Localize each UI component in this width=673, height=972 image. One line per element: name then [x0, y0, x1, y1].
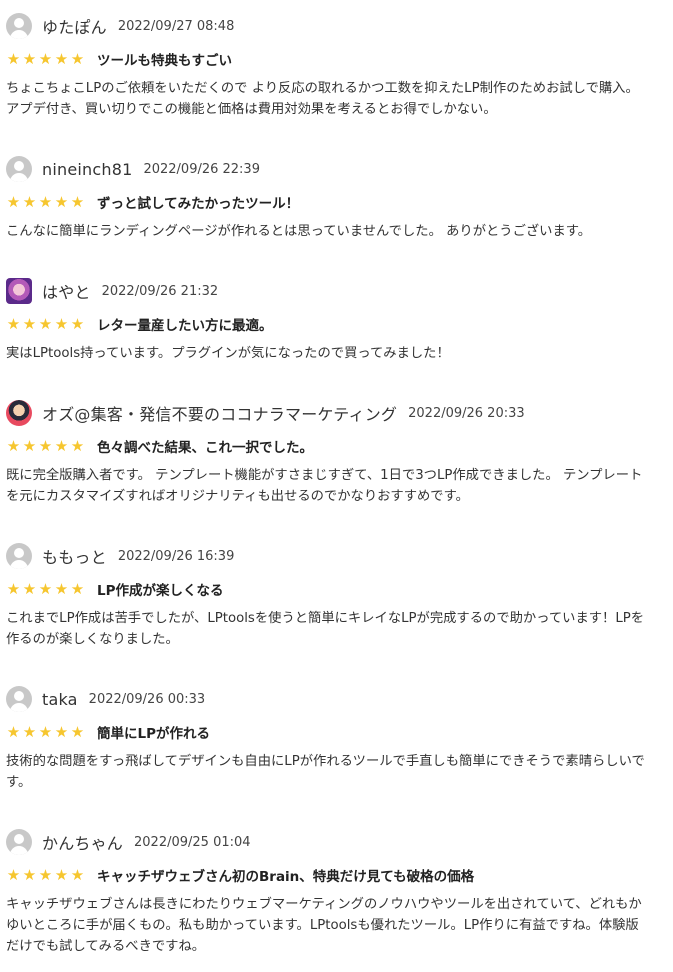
review-item: オズ@集客・発信不要のココナラマーケティング 2022/09/26 20:33 …: [6, 397, 646, 507]
star-icon: ★: [22, 436, 37, 455]
star-icon: ★: [54, 865, 69, 884]
avatar[interactable]: [6, 13, 32, 39]
star-rating: ★ ★ ★ ★ ★: [6, 722, 85, 741]
star-icon: ★: [54, 436, 69, 455]
review-date: 2022/09/26 16:39: [117, 548, 235, 564]
review-date: 2022/09/26 22:39: [143, 161, 260, 177]
review-date: 2022/09/25 01:04: [134, 834, 251, 850]
star-icon: ★: [70, 579, 85, 598]
star-icon: ★: [38, 865, 53, 884]
reviewer-name[interactable]: nineinch81: [42, 160, 132, 179]
avatar[interactable]: [6, 400, 32, 426]
review-body: これまでLP作成は苦手でしたが、LPtoolsを使うと簡単にキレイなLPが完成す…: [6, 611, 645, 647]
star-icon: ★: [6, 722, 21, 741]
star-icon: ★: [54, 579, 69, 598]
star-rating: ★ ★ ★ ★ ★: [6, 49, 85, 68]
star-icon: ★: [38, 314, 53, 333]
star-icon: ★: [70, 722, 85, 741]
review-title: 簡単にLPが作れる: [97, 726, 210, 742]
review-item: taka 2022/09/26 00:33 ★ ★ ★ ★ ★ 簡単にLPが作れる 技術…: [6, 683, 646, 793]
star-icon: ★: [6, 865, 21, 884]
review-rating-row: ★ ★ ★ ★ ★ ずっと試してみたかったツール！: [6, 190, 646, 214]
star-icon: ★: [22, 49, 37, 68]
review-item: かんちゃん 2022/09/25 01:04 ★ ★ ★ ★ ★ キャッチザウェブさん初…: [6, 826, 646, 957]
review-header: オズ@集客・発信不要のココナラマーケティング 2022/09/26 20:33: [6, 397, 646, 429]
review-header: ももっと 2022/09/26 16:39: [6, 540, 646, 572]
reviewer-name[interactable]: taka: [42, 690, 78, 709]
star-icon: ★: [22, 579, 37, 598]
star-icon: ★: [22, 314, 37, 333]
review-rating-row: ★ ★ ★ ★ ★ レター量産したい方に最適。: [6, 312, 646, 336]
star-icon: ★: [54, 49, 69, 68]
star-icon: ★: [6, 436, 21, 455]
review-title: レター量産したい方に最適。: [97, 318, 273, 334]
review-header: taka 2022/09/26 00:33: [6, 683, 646, 715]
review-rating-row: ★ ★ ★ ★ ★ 色々調べた結果、これ一択でした。: [6, 434, 646, 458]
avatar[interactable]: [6, 156, 32, 182]
review-title: LP作成が楽しくなる: [97, 583, 224, 599]
review-title: 色々調べた結果、これ一択でした。: [97, 440, 313, 456]
avatar[interactable]: [6, 829, 32, 855]
review-item: ももっと 2022/09/26 16:39 ★ ★ ★ ★ ★ LP作成が楽しくなる こ…: [6, 540, 646, 650]
star-icon: ★: [70, 865, 85, 884]
review-date: 2022/09/26 00:33: [88, 691, 206, 707]
review-rating-row: ★ ★ ★ ★ ★ キャッチザウェブさん初のBrain、特典だけ見ても破格の価格: [6, 863, 646, 887]
review-rating-row: ★ ★ ★ ★ ★ 簡単にLPが作れる: [6, 720, 646, 744]
star-icon: ★: [54, 722, 69, 741]
star-icon: ★: [54, 192, 69, 211]
star-icon: ★: [38, 49, 53, 68]
star-icon: ★: [70, 436, 85, 455]
review-title: ずっと試してみたかったツール！: [97, 196, 300, 212]
review-item: ゆたぽん 2022/09/27 08:48 ★ ★ ★ ★ ★ ツールも特典もすごい ち…: [6, 10, 646, 120]
star-icon: ★: [38, 579, 53, 598]
review-date: 2022/09/26 21:32: [101, 283, 219, 299]
review-rating-row: ★ ★ ★ ★ ★ ツールも特典もすごい: [6, 47, 646, 71]
review-header: nineinch81 2022/09/26 22:39: [6, 153, 646, 185]
review-header: はやと 2022/09/26 21:32: [6, 275, 646, 307]
review-item: nineinch81 2022/09/26 22:39 ★ ★ ★ ★ ★ ずっと試して…: [6, 153, 646, 242]
reviewer-name[interactable]: かんちゃん: [42, 830, 123, 854]
review-body: ちょこちょこLPのご依頼をいただくので より反応の取れるかつ工数を抑えたLP制作…: [6, 81, 639, 117]
reviewer-name[interactable]: ももっと: [42, 544, 107, 568]
avatar[interactable]: [6, 278, 32, 304]
review-date: 2022/09/26 20:33: [408, 405, 525, 421]
reviewer-name[interactable]: オズ@集客・発信不要のココナラマーケティング: [42, 401, 397, 425]
star-icon: ★: [38, 722, 53, 741]
review-header: かんちゃん 2022/09/25 01:04: [6, 826, 646, 858]
star-icon: ★: [22, 722, 37, 741]
review-title: キャッチザウェブさん初のBrain、特典だけ見ても破格の価格: [97, 869, 475, 885]
review-body: 実はLPtools持っています。プラグインが気になったので買ってみました！: [6, 346, 450, 361]
star-icon: ★: [22, 865, 37, 884]
star-icon: ★: [6, 192, 21, 211]
avatar[interactable]: [6, 543, 32, 569]
reviewer-name[interactable]: はやと: [42, 279, 91, 303]
star-rating: ★ ★ ★ ★ ★: [6, 865, 85, 884]
star-icon: ★: [38, 436, 53, 455]
review-body: こんなに簡単にランディングページが作れるとは思っていませんでした。 ありがとうご…: [6, 224, 592, 239]
star-rating: ★ ★ ★ ★ ★: [6, 436, 85, 455]
star-icon: ★: [6, 579, 21, 598]
star-icon: ★: [70, 49, 85, 68]
avatar[interactable]: [6, 686, 32, 712]
review-rating-row: ★ ★ ★ ★ ★ LP作成が楽しくなる: [6, 577, 646, 601]
review-date: 2022/09/27 08:48: [117, 18, 235, 34]
reviewer-name[interactable]: ゆたぽん: [42, 14, 107, 38]
star-icon: ★: [70, 192, 85, 211]
star-icon: ★: [54, 314, 69, 333]
star-rating: ★ ★ ★ ★ ★: [6, 192, 85, 211]
review-header: ゆたぽん 2022/09/27 08:48: [6, 10, 646, 42]
star-rating: ★ ★ ★ ★ ★: [6, 314, 85, 333]
review-body: 技術的な問題をすっ飛ばしてデザインも自由にLPが作れるツールで手直しも簡単にでき…: [6, 754, 645, 790]
star-icon: ★: [22, 192, 37, 211]
star-icon: ★: [6, 314, 21, 333]
star-icon: ★: [6, 49, 21, 68]
star-rating: ★ ★ ★ ★ ★: [6, 579, 85, 598]
star-icon: ★: [70, 314, 85, 333]
review-item: はやと 2022/09/26 21:32 ★ ★ ★ ★ ★ レター量産したい方に最適。…: [6, 275, 646, 364]
review-body: キャッチザウェブさんは長きにわたりウェブマーケティングのノウハウやツールを出され…: [6, 897, 642, 954]
review-body: 既に完全版購入者です。 テンプレート機能がすさまじすぎて、1日で3つLP作成でき…: [6, 468, 643, 504]
review-title: ツールも特典もすごい: [97, 53, 232, 69]
star-icon: ★: [38, 192, 53, 211]
